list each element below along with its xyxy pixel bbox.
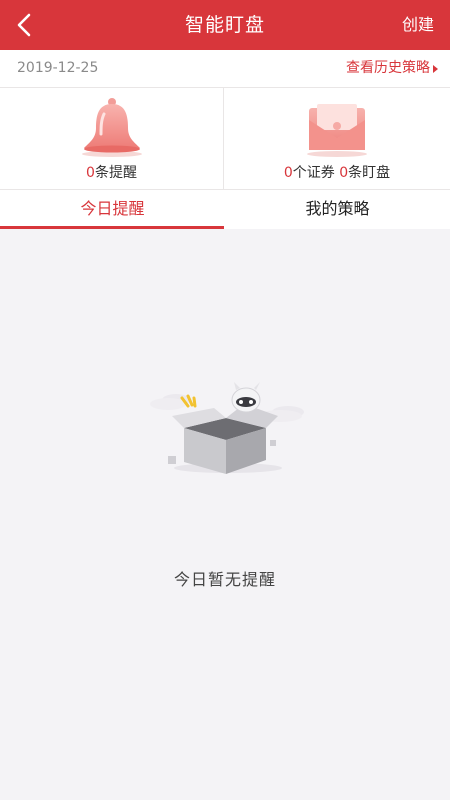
create-button[interactable]: 创建 — [402, 0, 434, 50]
watch-label: 条盯盘 — [348, 165, 391, 181]
stats-panel: 0条提醒 0个证券 0条盯盘 — [0, 88, 450, 190]
reminders-count: 0 — [86, 165, 95, 181]
active-tab-indicator — [0, 226, 224, 229]
tab-bar: 今日提醒 我的策略 — [0, 190, 450, 229]
reminders-count-text: 0条提醒 — [0, 162, 223, 182]
page-title: 智能盯盘 — [184, 14, 265, 36]
watch-count: 0 — [339, 165, 349, 181]
bell-icon — [74, 96, 150, 162]
empty-box-icon — [140, 378, 310, 478]
tab-my-strategies[interactable]: 我的策略 — [225, 190, 450, 229]
watch-count-text: 0个证券 0条盯盘 — [224, 162, 450, 182]
caret-right-icon — [433, 65, 438, 73]
tab-today-reminders[interactable]: 今日提醒 — [0, 190, 225, 229]
date-bar: 2019-12-25 查看历史策略 — [0, 50, 450, 88]
current-date: 2019-12-25 — [17, 60, 99, 76]
securities-count: 0 — [283, 165, 293, 181]
reminders-stat[interactable]: 0条提醒 — [0, 88, 223, 190]
watch-stat[interactable]: 0个证券 0条盯盘 — [224, 88, 450, 190]
empty-state-message: 今日暂无提醒 — [173, 570, 276, 589]
securities-label: 个证券 — [292, 165, 335, 181]
app-header: 智能盯盘 创建 — [0, 0, 450, 50]
envelope-icon — [299, 96, 375, 162]
reminders-label: 条提醒 — [94, 165, 137, 181]
history-strategies-link[interactable]: 查看历史策略 — [346, 50, 430, 87]
